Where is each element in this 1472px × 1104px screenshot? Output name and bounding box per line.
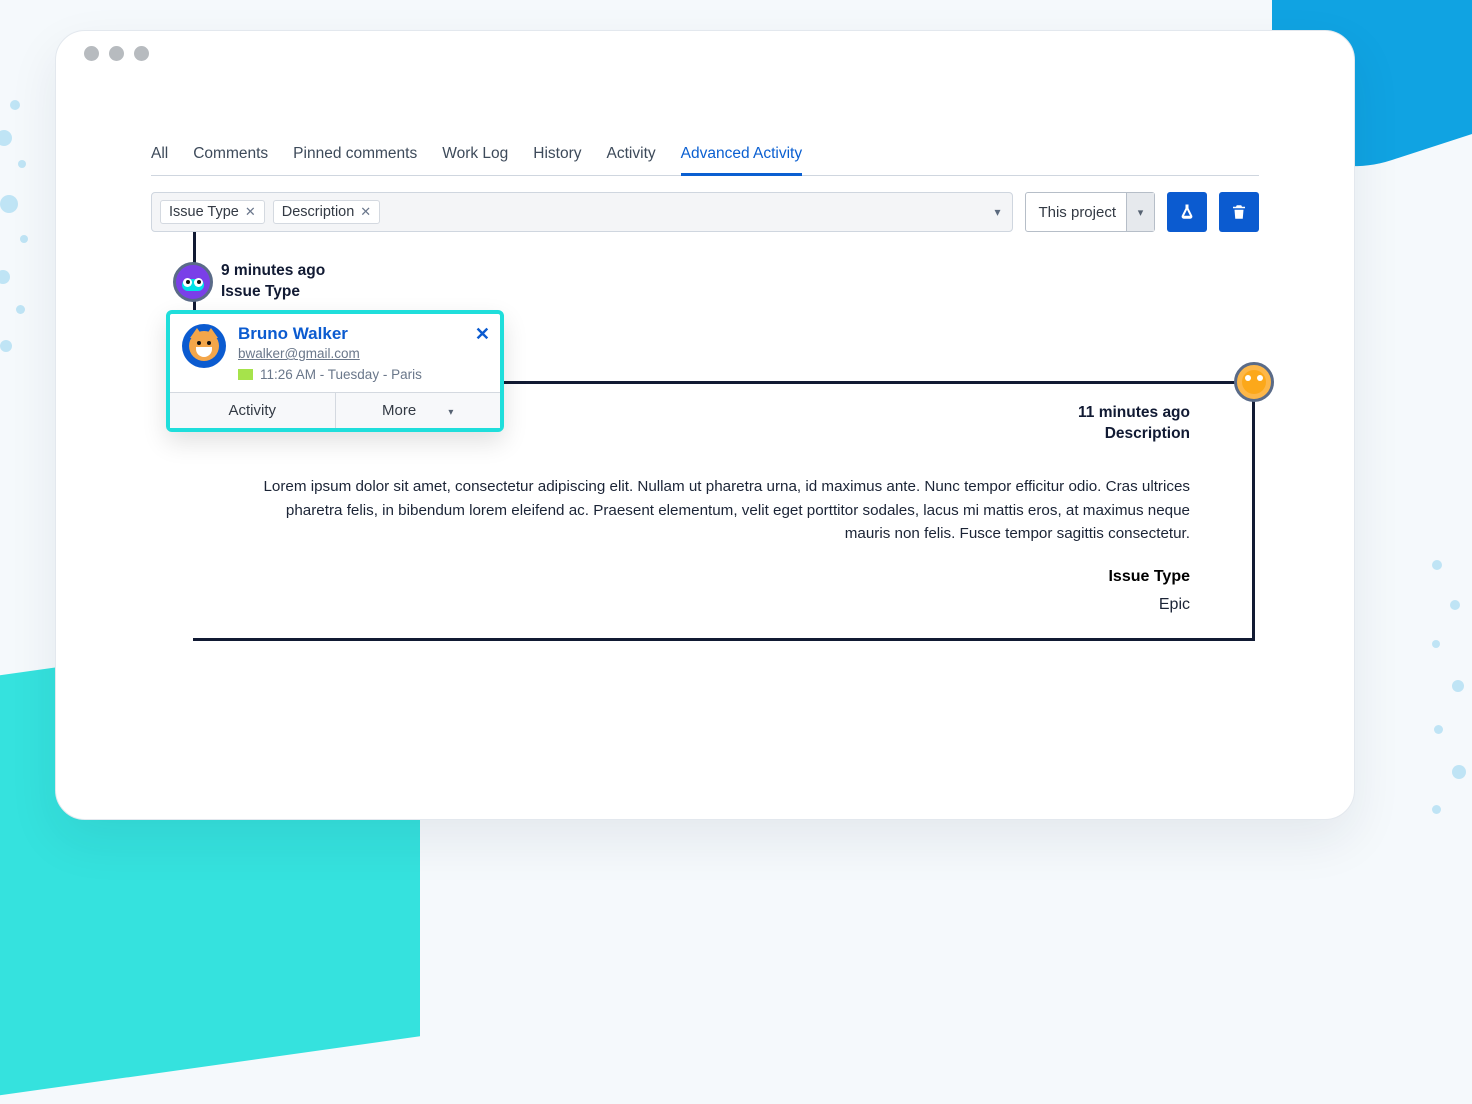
trash-icon [1230,203,1248,221]
user-popover: Bruno Walker bwalker@gmail.com 11:26 AM … [166,310,504,432]
decor-dots-left [0,100,50,380]
popover-actions: Activity More ▾ [170,392,500,428]
tab-advanced-activity[interactable]: Advanced Activity [681,145,802,176]
more-label: More [382,402,416,419]
popover-user-name: Bruno Walker [238,324,488,344]
popover-user-email[interactable]: bwalker@gmail.com [238,346,488,361]
titlebar [56,31,1354,75]
delete-button[interactable] [1219,192,1259,232]
chevron-down-icon[interactable]: ▾ [1126,193,1154,231]
window-dot [134,46,149,61]
tabs: All Comments Pinned comments Work Log Hi… [151,145,1259,176]
entry-subvalue: Epic [258,596,1190,614]
user-avatar[interactable] [1234,362,1274,402]
filter-chip-description[interactable]: Description ✕ [273,200,380,224]
tab-work-log[interactable]: Work Log [442,145,508,175]
toolbar: Issue Type ✕ Description ✕ ▾ This projec… [151,192,1259,232]
browser-window: All Comments Pinned comments Work Log Hi… [55,30,1355,820]
export-button[interactable] [1167,192,1207,232]
scope-button[interactable]: This project ▾ [1025,192,1155,232]
chevron-down-icon[interactable]: ▾ [994,205,1000,219]
tab-all[interactable]: All [151,145,168,175]
tab-comments[interactable]: Comments [193,145,268,175]
window-dot [84,46,99,61]
user-avatar[interactable] [173,262,213,302]
scope-label: This project [1038,204,1116,221]
popover-timezone: 11:26 AM - Tuesday - Paris [238,367,488,382]
chip-label: Issue Type [169,204,239,220]
entry-field: Issue Type [221,283,1259,301]
flag-icon [238,369,253,380]
chip-remove-icon[interactable]: ✕ [360,204,371,220]
activity-entry: 9 minutes ago Issue Type Bruno Walker bw… [151,232,1259,301]
popover-more-button[interactable]: More ▾ [336,393,501,428]
entry-subheading: Issue Type [258,568,1190,586]
window-dot [109,46,124,61]
popover-timezone-text: 11:26 AM - Tuesday - Paris [260,367,422,382]
tab-pinned-comments[interactable]: Pinned comments [293,145,417,175]
decor-dots-right [1412,560,1472,840]
chevron-down-icon: ▾ [448,407,453,418]
flask-icon [1178,203,1196,221]
entry-time: 9 minutes ago [221,262,1259,280]
popover-avatar [182,324,226,368]
chip-label: Description [282,204,355,220]
activity-timeline: 9 minutes ago Issue Type Bruno Walker bw… [151,232,1259,641]
tab-activity[interactable]: Activity [607,145,656,175]
tab-history[interactable]: History [533,145,581,175]
content-area: All Comments Pinned comments Work Log Hi… [56,75,1354,641]
close-icon[interactable]: ✕ [475,324,490,345]
popover-activity-button[interactable]: Activity [170,393,336,428]
filter-field[interactable]: Issue Type ✕ Description ✕ ▾ [151,192,1013,232]
filter-chip-issue-type[interactable]: Issue Type ✕ [160,200,265,224]
chip-remove-icon[interactable]: ✕ [245,204,256,220]
entry-body: Lorem ipsum dolor sit amet, consectetur … [258,475,1190,546]
